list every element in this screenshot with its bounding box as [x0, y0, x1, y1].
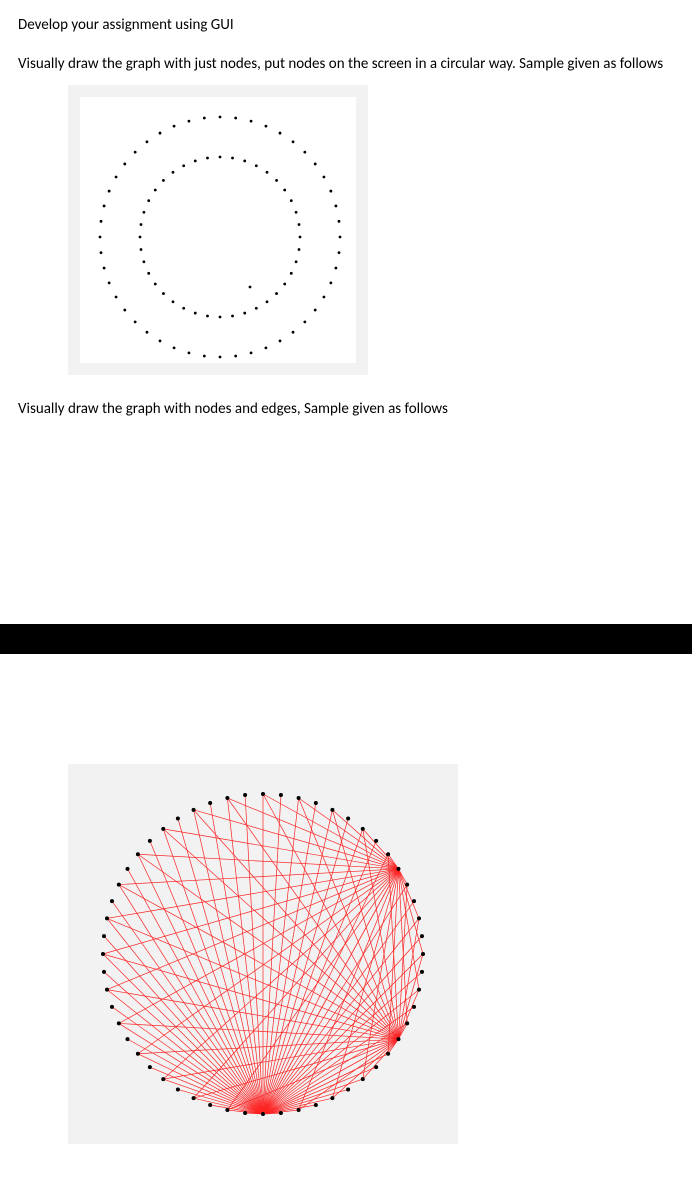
graph-nodes-svg — [80, 97, 356, 363]
figure-nodes-only — [68, 85, 368, 375]
paragraph-1: Visually draw the graph with just nodes,… — [18, 54, 674, 75]
whitespace — [0, 444, 692, 624]
graph-edges-svg — [68, 764, 458, 1144]
heading: Develop your assignment using GUI — [18, 16, 674, 34]
paragraph-2: Visually draw the graph with nodes and e… — [18, 399, 674, 420]
figure-nodes-edges — [68, 764, 458, 1144]
page-separator — [0, 624, 692, 654]
whitespace — [0, 654, 692, 764]
